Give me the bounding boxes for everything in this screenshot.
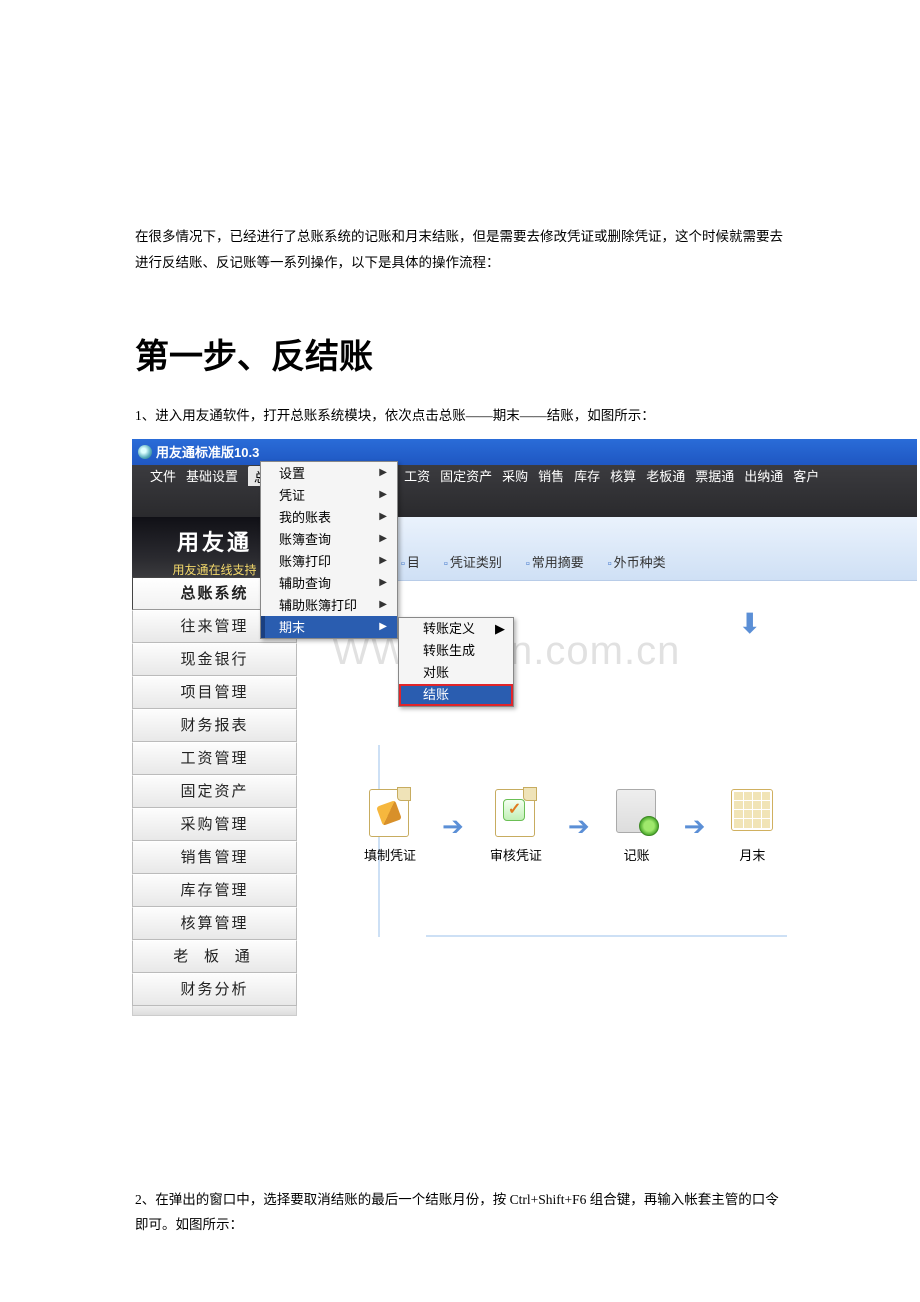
menu-purchase[interactable]: 采购 <box>502 466 528 485</box>
menu-item-book-query[interactable]: 账簿查询▶ <box>261 528 397 550</box>
content-toolbar: 目 凭证类别 常用摘要 外币种类 <box>397 547 666 577</box>
menu-item-voucher[interactable]: 凭证▶ <box>261 484 397 506</box>
section-heading: 第一步、反结账 <box>135 329 785 378</box>
menu-boss[interactable]: 老板通 <box>646 466 685 485</box>
menu-cashier[interactable]: 出纳通 <box>744 466 783 485</box>
window-titlebar[interactable]: 用友通标准版10.3 <box>132 439 917 465</box>
submenu-transfer-gen[interactable]: 转账生成 <box>399 640 513 662</box>
sidebar-item[interactable]: 现金银行 <box>132 643 297 676</box>
menu-bills[interactable]: 票据通 <box>695 466 734 485</box>
workflow-canvas <box>297 581 917 1153</box>
sidebar-tail <box>132 1006 297 1016</box>
menubar: 文件 基础设置 总账 往来 现金 项目 工资 固定资产 采购 销售 库存 核算 … <box>132 465 917 487</box>
nav-list: 总账系统 往来管理 现金银行 项目管理 财务报表 工资管理 固定资产 采购管理 … <box>132 577 297 1016</box>
sidebar-item[interactable]: 销售管理 <box>132 841 297 874</box>
sidebar-item[interactable]: 固定资产 <box>132 775 297 808</box>
sidebar-item-boss[interactable]: 老 板 通 <box>132 940 297 973</box>
sidebar-item[interactable]: 核算管理 <box>132 907 297 940</box>
menu-item-book-print[interactable]: 账簿打印▶ <box>261 550 397 572</box>
arrow-right-icon: ➔ <box>684 811 706 842</box>
chevron-right-icon: ▶ <box>379 555 387 566</box>
ledger-dropdown[interactable]: 设置▶ 凭证▶ 我的账表▶ 账簿查询▶ 账簿打印▶ 辅助查询▶ 辅助账簿打印▶ … <box>260 461 398 639</box>
chevron-right-icon: ▶ <box>379 489 387 500</box>
menu-sales[interactable]: 销售 <box>538 466 564 485</box>
flow-node-fill[interactable]: 填制凭证 <box>364 789 416 864</box>
menu-stock[interactable]: 库存 <box>574 466 600 485</box>
toolbar-item[interactable]: 凭证类别 <box>444 552 502 571</box>
flow-node-book[interactable]: 记账 <box>616 789 658 864</box>
menu-item-period-end[interactable]: 期末▶ <box>261 616 397 638</box>
menu-item-my-reports[interactable]: 我的账表▶ <box>261 506 397 528</box>
menu-salary[interactable]: 工资 <box>404 466 430 485</box>
sidebar-item[interactable]: 库存管理 <box>132 874 297 907</box>
sidebar-item[interactable]: 项目管理 <box>132 676 297 709</box>
chevron-right-icon: ▶ <box>379 621 387 632</box>
document-check-icon <box>495 789 537 839</box>
app-body: 目 凭证类别 常用摘要 外币种类 用友通 用友通在线支持 总账系统 往来管理 现… <box>132 517 917 1153</box>
flow-node-audit[interactable]: 审核凭证 <box>490 789 542 864</box>
flow-label: 月末 <box>739 845 765 864</box>
submenu-transfer-def[interactable]: 转账定义▶ <box>399 618 513 640</box>
chevron-right-icon: ▶ <box>379 533 387 544</box>
menubar-area: 文件 基础设置 总账 往来 现金 项目 工资 固定资产 采购 销售 库存 核算 … <box>132 465 917 517</box>
document-edit-icon <box>369 789 411 839</box>
menu-item-aux-query[interactable]: 辅助查询▶ <box>261 572 397 594</box>
submenu-closing[interactable]: 结账 <box>399 684 513 706</box>
workflow: 填制凭证 ➔ 审核凭证 ➔ 记账 ➔ 月末 <box>364 789 773 864</box>
arrow-right-icon: ➔ <box>568 811 590 842</box>
sidebar-item[interactable]: 财务分析 <box>132 973 297 1006</box>
sidebar-item[interactable]: 财务报表 <box>132 709 297 742</box>
submenu-reconcile[interactable]: 对账 <box>399 662 513 684</box>
flow-label: 填制凭证 <box>364 845 416 864</box>
arrow-right-icon: ➔ <box>442 811 464 842</box>
toolbar-item[interactable]: 目 <box>401 552 420 571</box>
chevron-right-icon: ▶ <box>379 511 387 522</box>
toolbar-item[interactable]: 常用摘要 <box>526 552 584 571</box>
flow-label: 审核凭证 <box>490 845 542 864</box>
app-screenshot: 用友通标准版10.3 文件 基础设置 总账 往来 现金 项目 工资 固定资产 采… <box>132 439 917 1153</box>
menu-file[interactable]: 文件 <box>150 466 176 485</box>
chevron-right-icon: ▶ <box>495 618 505 640</box>
menu-fixed-asset[interactable]: 固定资产 <box>440 466 492 485</box>
chevron-right-icon: ▶ <box>379 467 387 478</box>
chevron-right-icon: ▶ <box>379 599 387 610</box>
menu-item-settings[interactable]: 设置▶ <box>261 462 397 484</box>
flow-node-month[interactable]: 月末 <box>731 789 773 864</box>
intro-text: 在很多情况下，已经进行了总账系统的记账和月末结账，但是需要去修改凭证或删除凭证，… <box>135 224 785 275</box>
app-icon <box>138 445 152 459</box>
menu-audit[interactable]: 核算 <box>610 466 636 485</box>
menu-item-aux-print[interactable]: 辅助账簿打印▶ <box>261 594 397 616</box>
book-refresh-icon <box>616 789 658 839</box>
toolbar-item[interactable]: 外币种类 <box>608 552 666 571</box>
sidebar-item[interactable]: 工资管理 <box>132 742 297 775</box>
chevron-right-icon: ▶ <box>379 577 387 588</box>
window-title: 用友通标准版10.3 <box>156 442 259 461</box>
step1-text: 1、进入用友通软件，打开总账系统模块，依次点击总账——期末——结账，如图所示： <box>135 404 785 428</box>
calendar-icon <box>731 789 773 839</box>
menu-customer[interactable]: 客户 <box>793 466 819 485</box>
step2-text: 2、在弹出的窗口中，选择要取消结账的最后一个结账月份，按 Ctrl+Shift+… <box>135 1187 785 1238</box>
flow-arrow-down-icon: ⬇ <box>738 607 761 640</box>
sidebar-item[interactable]: 采购管理 <box>132 808 297 841</box>
flow-line <box>426 935 787 937</box>
flow-label: 记账 <box>624 845 650 864</box>
menu-basic[interactable]: 基础设置 <box>186 466 238 485</box>
period-end-submenu[interactable]: 转账定义▶ 转账生成 对账 结账 <box>398 617 514 707</box>
